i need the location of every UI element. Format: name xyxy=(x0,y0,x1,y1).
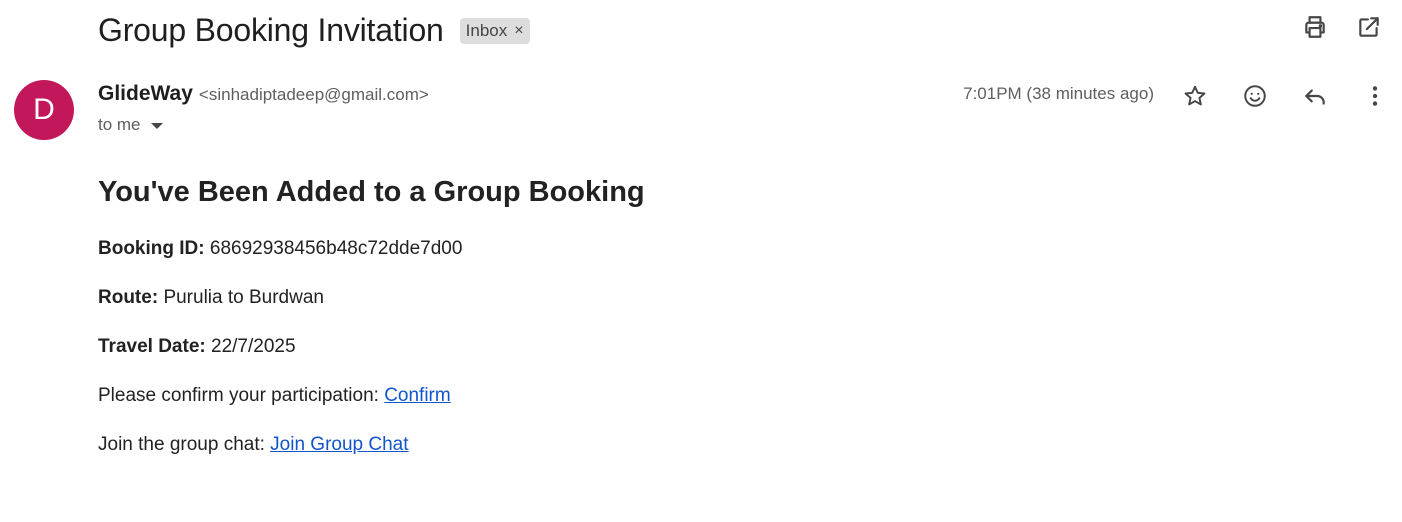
confirm-line: Please confirm your participation: Confi… xyxy=(98,382,1298,409)
email-heading: You've Been Added to a Group Booking xyxy=(98,176,645,208)
group-chat-text: Join the group chat: xyxy=(98,434,265,455)
booking-id-line: Booking ID: 68692938456b48c72dde7d00 xyxy=(98,235,1298,262)
more-vert-icon[interactable] xyxy=(1358,80,1392,112)
email-timestamp: 7:01PM (38 minutes ago) xyxy=(963,84,1154,103)
open-in-new-icon[interactable] xyxy=(1356,14,1382,40)
print-icon[interactable] xyxy=(1302,14,1328,40)
sender-name: GlideWay xyxy=(98,82,193,105)
join-group-chat-link[interactable]: Join Group Chat xyxy=(270,434,408,455)
sender-block: GlideWay <sinhadiptadeep@gmail.com> to m… xyxy=(98,82,429,135)
star-icon[interactable] xyxy=(1178,80,1212,112)
route-value: Purulia to Burdwan xyxy=(163,287,324,308)
inbox-label-chip[interactable]: Inbox × xyxy=(459,18,530,44)
booking-id-value: 68692938456b48c72dde7d00 xyxy=(209,238,463,259)
remove-label-icon[interactable]: × xyxy=(514,22,523,40)
booking-id-label: Booking ID: xyxy=(98,238,205,259)
sender-avatar[interactable]: D xyxy=(14,80,74,140)
sender-email: <sinhadiptadeep@gmail.com> xyxy=(198,85,429,104)
travel-date-value: 22/7/2025 xyxy=(211,336,296,357)
travel-date-label: Travel Date: xyxy=(98,336,206,357)
confirm-text: Please confirm your participation: xyxy=(98,385,379,406)
recipient-text: to me xyxy=(98,115,141,134)
message-actions xyxy=(1178,80,1392,112)
email-view: Group Booking Invitation Inbox × D Glide… xyxy=(0,0,1402,522)
label-chip-text: Inbox xyxy=(465,21,508,40)
email-body: You've Been Added to a Group Booking Boo… xyxy=(98,176,1298,480)
emoji-reaction-icon[interactable] xyxy=(1238,80,1272,112)
travel-date-line: Travel Date: 22/7/2025 xyxy=(98,333,1298,360)
email-subject: Group Booking Invitation xyxy=(98,11,444,48)
recipient-details-toggle[interactable]: to me xyxy=(98,115,429,135)
reply-icon[interactable] xyxy=(1298,80,1332,112)
top-toolbar xyxy=(1302,14,1382,40)
route-line: Route: Purulia to Burdwan xyxy=(98,284,1298,311)
subject-row: Group Booking Invitation Inbox × xyxy=(98,8,530,52)
confirm-link[interactable]: Confirm xyxy=(384,385,451,406)
group-chat-line: Join the group chat: Join Group Chat xyxy=(98,431,1298,458)
chevron-down-icon xyxy=(150,123,163,129)
route-label: Route: xyxy=(98,287,159,308)
